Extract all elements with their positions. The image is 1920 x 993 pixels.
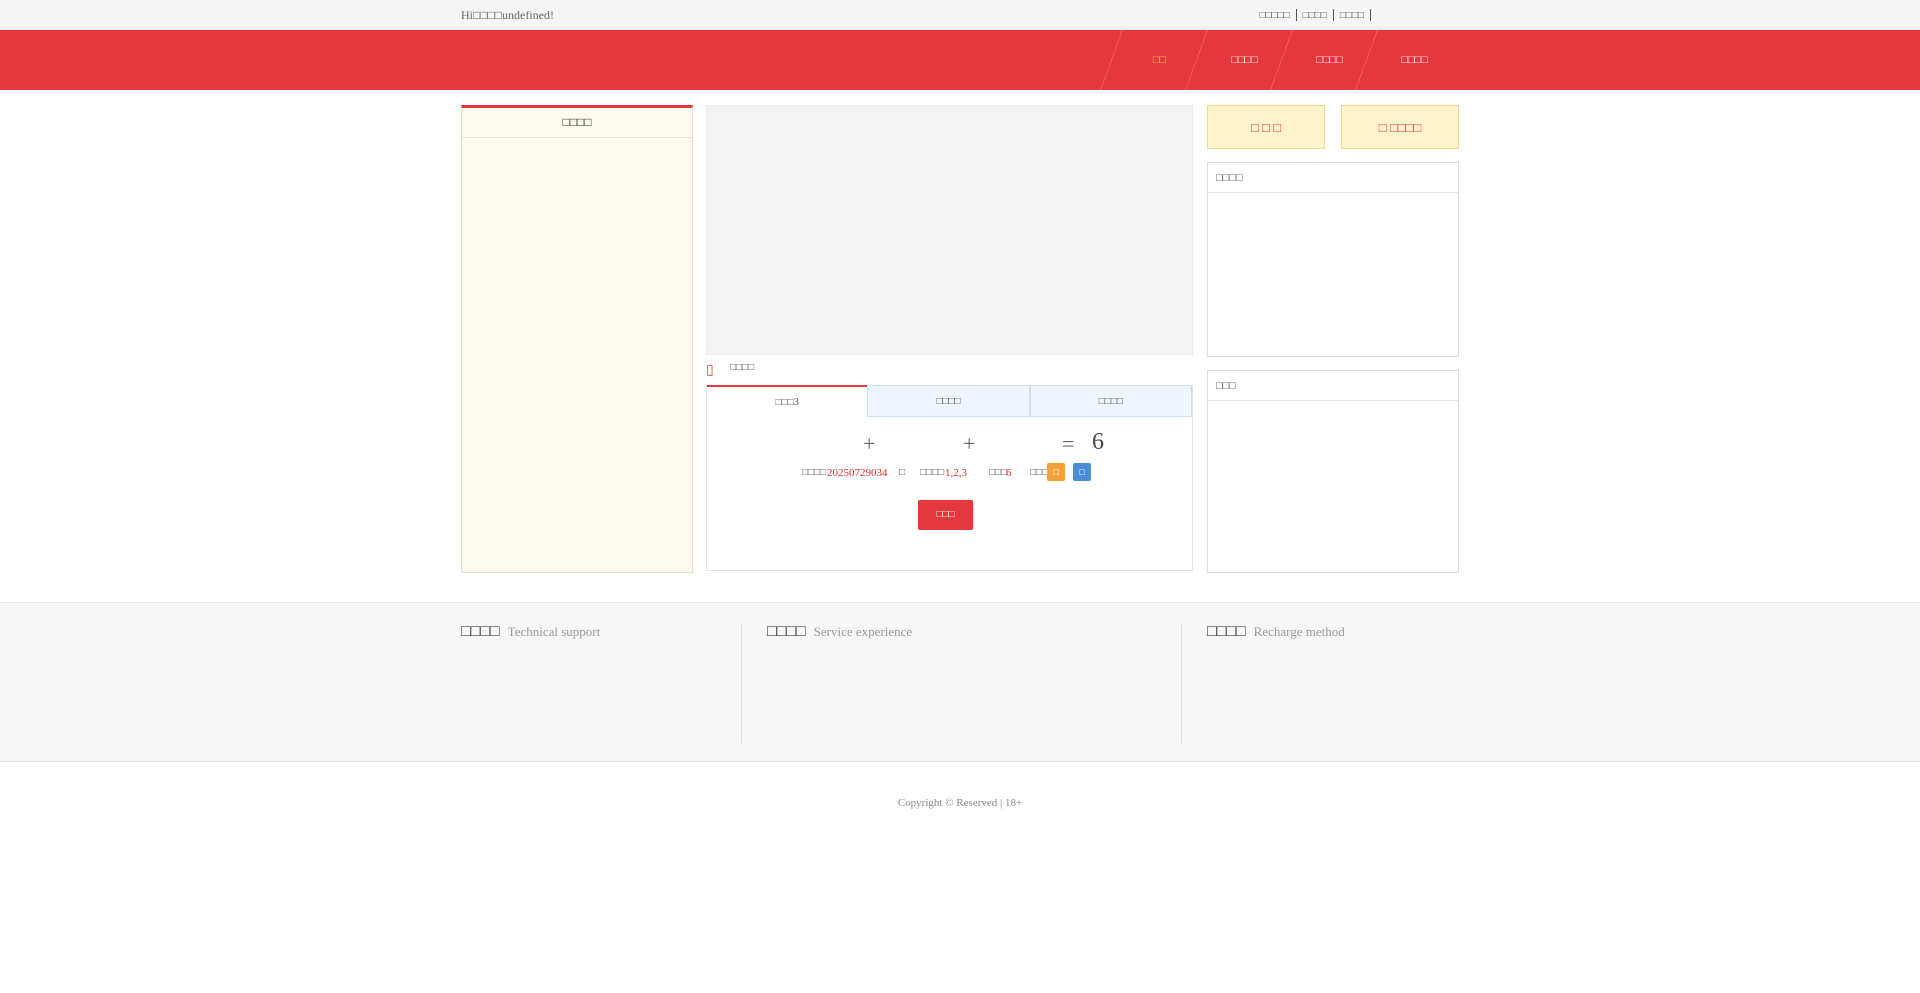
- tab-3[interactable]: □□□□: [1029, 385, 1192, 417]
- issue-label: □□□□: [802, 467, 827, 478]
- issue-value: 20250729034: [827, 467, 888, 479]
- greeting-text: Hi□□□□undefined!: [461, 7, 554, 22]
- right-box-1-title: □□□□: [1208, 163, 1458, 193]
- right-buttons: □ □ □ □ □□□□: [1207, 105, 1459, 149]
- top-links: □□□□□ □□□□ □□□□: [1253, 9, 1371, 21]
- sum-label: □□□: [989, 467, 1008, 478]
- footer-col-subtitle: Recharge method: [1253, 624, 1345, 639]
- banner: [706, 105, 1193, 355]
- right-button-2[interactable]: □ □□□□: [1341, 105, 1459, 149]
- shape-badge-orange[interactable]: □: [1047, 463, 1065, 481]
- main-nav: □□ □□□□ □□□□ □□□□: [1117, 30, 1457, 90]
- lottery-tabs: □□□3 □□□□ □□□□: [707, 385, 1192, 417]
- footer-col-title: □□□□: [767, 623, 806, 640]
- left-panel-title: □□□□: [462, 108, 692, 138]
- lottery-header: ▯ □□□□: [706, 355, 868, 387]
- lottery-section-title: □□□□: [730, 362, 755, 373]
- center-column: ▯ □□□□ □□□3 □□□□ □□□□ + + = 6 □□□□ 20250…: [706, 105, 1193, 573]
- lottery-box: □□□3 □□□□ □□□□ + + = 6 □□□□ 20250729034 …: [706, 385, 1193, 571]
- footer-col-title: □□□□: [461, 623, 500, 640]
- lottery-icon: ▯: [706, 363, 714, 378]
- footer: □□□□ Technical support □□□□ Service experi…: [0, 603, 1920, 762]
- copyright: Copyright © Reserved | 18+: [897, 797, 1023, 809]
- numbers-label: □□□□: [920, 467, 945, 478]
- footer-col-recharge: □□□□ Recharge method: [1207, 623, 1345, 641]
- footer-divider: [1181, 623, 1182, 743]
- sum-value: 6: [1006, 467, 1012, 479]
- footer-divider: [741, 623, 742, 743]
- footer-col-service: □□□□ Service experience: [767, 623, 912, 641]
- top-link-1[interactable]: □□□□□: [1253, 10, 1295, 21]
- shape-badge-blue[interactable]: □: [1073, 463, 1091, 481]
- tab-1[interactable]: □□□3: [707, 385, 868, 417]
- tab-2[interactable]: □□□□: [867, 385, 1030, 417]
- issue-suffix: □: [899, 467, 906, 478]
- shape-label: □□□: [1030, 467, 1049, 478]
- footer-col-subtitle: Service experience: [813, 624, 913, 639]
- footer-col-title: □□□□: [1207, 623, 1246, 640]
- top-link-2[interactable]: □□□□: [1297, 10, 1333, 21]
- sum-result: 6: [1092, 429, 1104, 455]
- plus-sign: +: [863, 431, 876, 456]
- main-nav-bar: □□ □□□□ □□□□ □□□□: [0, 30, 1920, 90]
- numbers-value: 1,2,3: [945, 467, 967, 479]
- main-content: □□□□ ▯ □□□□ □□□3 □□□□ □□□□ + + = 6 □□□□ …: [0, 90, 1920, 603]
- divider: [1370, 9, 1371, 21]
- right-button-1[interactable]: □ □ □: [1207, 105, 1325, 149]
- footer-col-tech: □□□□ Technical support: [461, 623, 600, 641]
- right-box-2-title: □□□: [1208, 371, 1458, 401]
- left-panel: □□□□: [461, 105, 693, 573]
- nav-item-4[interactable]: □□□□: [1372, 30, 1457, 90]
- equals-sign: =: [1062, 431, 1075, 456]
- right-box-2: □□□: [1207, 370, 1459, 573]
- lottery-formula: + + = 6: [707, 415, 1192, 465]
- right-box-1: □□□□: [1207, 162, 1459, 357]
- bet-button[interactable]: □□□: [918, 500, 973, 530]
- plus-sign: +: [963, 431, 976, 456]
- top-link-3[interactable]: □□□□: [1334, 10, 1370, 21]
- right-column: □ □ □ □ □□□□ □□□□ □□□: [1207, 105, 1459, 573]
- footer-col-subtitle: Technical support: [507, 624, 601, 639]
- top-bar: Hi□□□□undefined! □□□□□ □□□□ □□□□: [0, 0, 1920, 30]
